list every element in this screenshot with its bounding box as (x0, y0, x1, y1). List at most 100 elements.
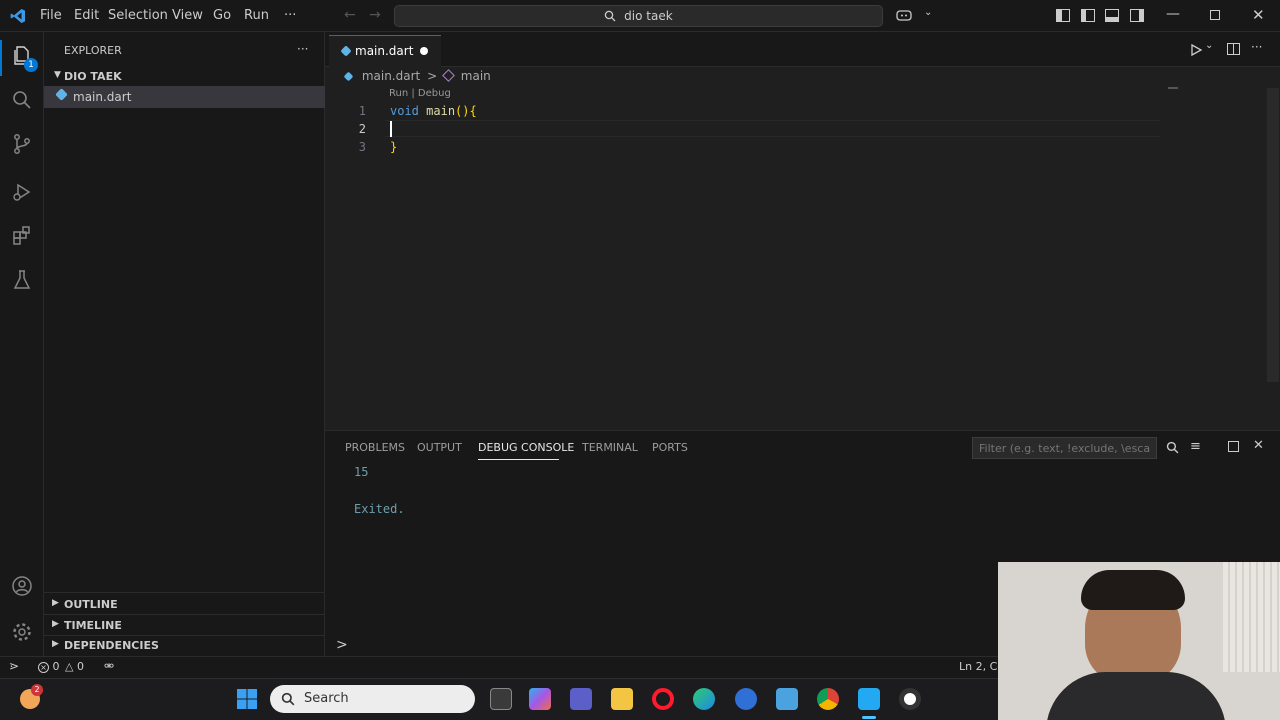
back-arrow-icon[interactable]: ← (344, 7, 356, 23)
unsaved-dot-icon[interactable] (420, 47, 428, 55)
line-number: 2 (358, 122, 366, 136)
breadcrumb-symbol[interactable]: main (461, 69, 491, 83)
maximize-panel-icon[interactable] (1228, 441, 1239, 452)
tab-main-dart[interactable]: main.dart (329, 35, 441, 67)
menu-run[interactable]: Run (244, 8, 269, 23)
codelens-run-debug[interactable]: Run | Debug (389, 88, 451, 99)
tab-problems[interactable]: PROBLEMS (345, 441, 405, 454)
line-number: 3 (358, 140, 366, 154)
error-icon: × (38, 662, 49, 673)
clear-console-icon[interactable]: ≡ (1190, 439, 1201, 454)
search-icon[interactable] (1166, 441, 1179, 454)
dart-file-icon (55, 88, 68, 101)
remote-icon[interactable]: ⋗ (9, 659, 19, 673)
editor-scrollbar[interactable] (1267, 88, 1279, 382)
broadcast-icon[interactable]: ⚮ (104, 659, 114, 673)
app-icon[interactable] (735, 688, 757, 710)
search-text: dio taek (624, 9, 673, 23)
menu-go[interactable]: Go (213, 8, 231, 23)
editor-area[interactable] (325, 32, 1280, 430)
app-icon[interactable] (776, 688, 798, 710)
file-name: main.dart (73, 90, 132, 104)
screen-recorder-icon[interactable] (899, 688, 921, 710)
section-dependencies[interactable]: DEPENDENCIES (64, 639, 159, 652)
chevron-right-icon[interactable]: ▶ (52, 639, 59, 649)
gear-icon[interactable] (10, 620, 34, 644)
menu-view[interactable]: View (172, 8, 203, 23)
title-bar: File Edit Selection View Go Run ··· ← → … (0, 0, 1280, 32)
webcam-overlay (998, 562, 1280, 720)
layout-toggle-sidebar-icon[interactable] (1056, 9, 1070, 22)
warning-icon: △ (65, 660, 74, 673)
tab-label: main.dart (355, 44, 414, 58)
more-actions-icon[interactable]: ··· (1251, 40, 1262, 54)
tab-terminal[interactable]: TERMINAL (582, 441, 638, 454)
edge-icon[interactable] (693, 688, 715, 710)
account-icon[interactable] (10, 574, 34, 598)
forward-arrow-icon[interactable]: → (369, 7, 381, 23)
extensions-icon[interactable] (10, 224, 34, 248)
run-debug-icon[interactable] (10, 180, 34, 204)
chevron-down-icon[interactable]: ▼ (54, 70, 61, 80)
minimize-icon[interactable]: — (1166, 6, 1180, 22)
chrome-icon[interactable] (817, 688, 839, 710)
explorer-title: EXPLORER (64, 44, 122, 57)
tab-ports[interactable]: PORTS (652, 441, 688, 454)
layout-toggle-sidebar-left-icon[interactable] (1081, 9, 1095, 22)
active-app-indicator (862, 716, 876, 719)
task-view-icon[interactable] (490, 688, 512, 710)
run-play-icon[interactable] (1189, 43, 1203, 57)
teams-icon[interactable] (570, 688, 592, 710)
chevron-right-icon[interactable]: ▶ (52, 619, 59, 629)
dart-file-icon (340, 45, 352, 57)
search-icon[interactable] (10, 88, 34, 112)
active-indicator (0, 40, 2, 76)
chevron-right-icon[interactable]: ▶ (52, 598, 59, 608)
problems-status[interactable]: × 0 △ 0 (38, 660, 84, 676)
minimap-marker (1168, 87, 1178, 89)
tab-debug-console[interactable]: DEBUG CONSOLE (478, 441, 574, 454)
copilot-icon (896, 10, 912, 21)
taskbar-search-box[interactable]: Search (270, 685, 475, 713)
menu-file[interactable]: File (40, 8, 62, 23)
windows-start-icon[interactable] (236, 688, 258, 710)
file-explorer-icon[interactable] (611, 688, 633, 710)
split-editor-icon[interactable] (1227, 43, 1240, 55)
menu-more-button[interactable]: ··· (284, 8, 296, 23)
breadcrumb-file[interactable]: main.dart (362, 69, 420, 83)
layout-toggle-panel-icon[interactable] (1105, 9, 1119, 22)
copilot-app-icon[interactable] (529, 688, 551, 710)
layout-toggle-secondary-sidebar-icon[interactable] (1130, 9, 1144, 22)
console-output-line: 15 (354, 465, 369, 479)
console-prompt-chevron-icon[interactable]: > (336, 637, 348, 653)
file-item-main-dart[interactable]: main.dart (44, 86, 325, 108)
menu-edit[interactable]: Edit (74, 8, 99, 23)
tab-output[interactable]: OUTPUT (417, 441, 462, 454)
explorer-more-button[interactable]: ··· (297, 42, 308, 56)
vscode-taskbar-icon[interactable] (858, 688, 880, 710)
code-keyword: void (390, 104, 419, 118)
current-line-highlight (385, 120, 1160, 137)
symbol-method-icon (442, 69, 455, 82)
section-outline[interactable]: OUTLINE (64, 598, 118, 611)
code-line-3[interactable]: } (390, 140, 397, 154)
chevron-down-icon[interactable]: ⌄ (1205, 40, 1213, 51)
code-function: main (426, 104, 456, 118)
menu-selection[interactable]: Selection (108, 8, 168, 23)
breadcrumb-separator: > (427, 69, 438, 83)
search-label: Search (304, 691, 349, 706)
source-control-icon[interactable] (10, 132, 34, 156)
copilot-button[interactable]: ⌄ (896, 7, 940, 24)
folder-dio-taek[interactable]: DIO TAEK (64, 70, 122, 83)
testing-flask-icon[interactable] (10, 268, 34, 292)
debug-filter-input[interactable] (972, 437, 1157, 459)
close-panel-icon[interactable]: ✕ (1253, 438, 1264, 453)
active-tab-underline (478, 459, 559, 460)
section-timeline[interactable]: TIMELINE (64, 619, 122, 632)
restore-icon[interactable] (1210, 10, 1220, 20)
code-line-1[interactable]: void main(){ (390, 104, 477, 118)
close-window-icon[interactable]: ✕ (1252, 6, 1265, 24)
command-center-search[interactable]: dio taek (394, 5, 883, 27)
warning-count: 0 (76, 660, 84, 673)
opera-icon[interactable] (652, 688, 674, 710)
